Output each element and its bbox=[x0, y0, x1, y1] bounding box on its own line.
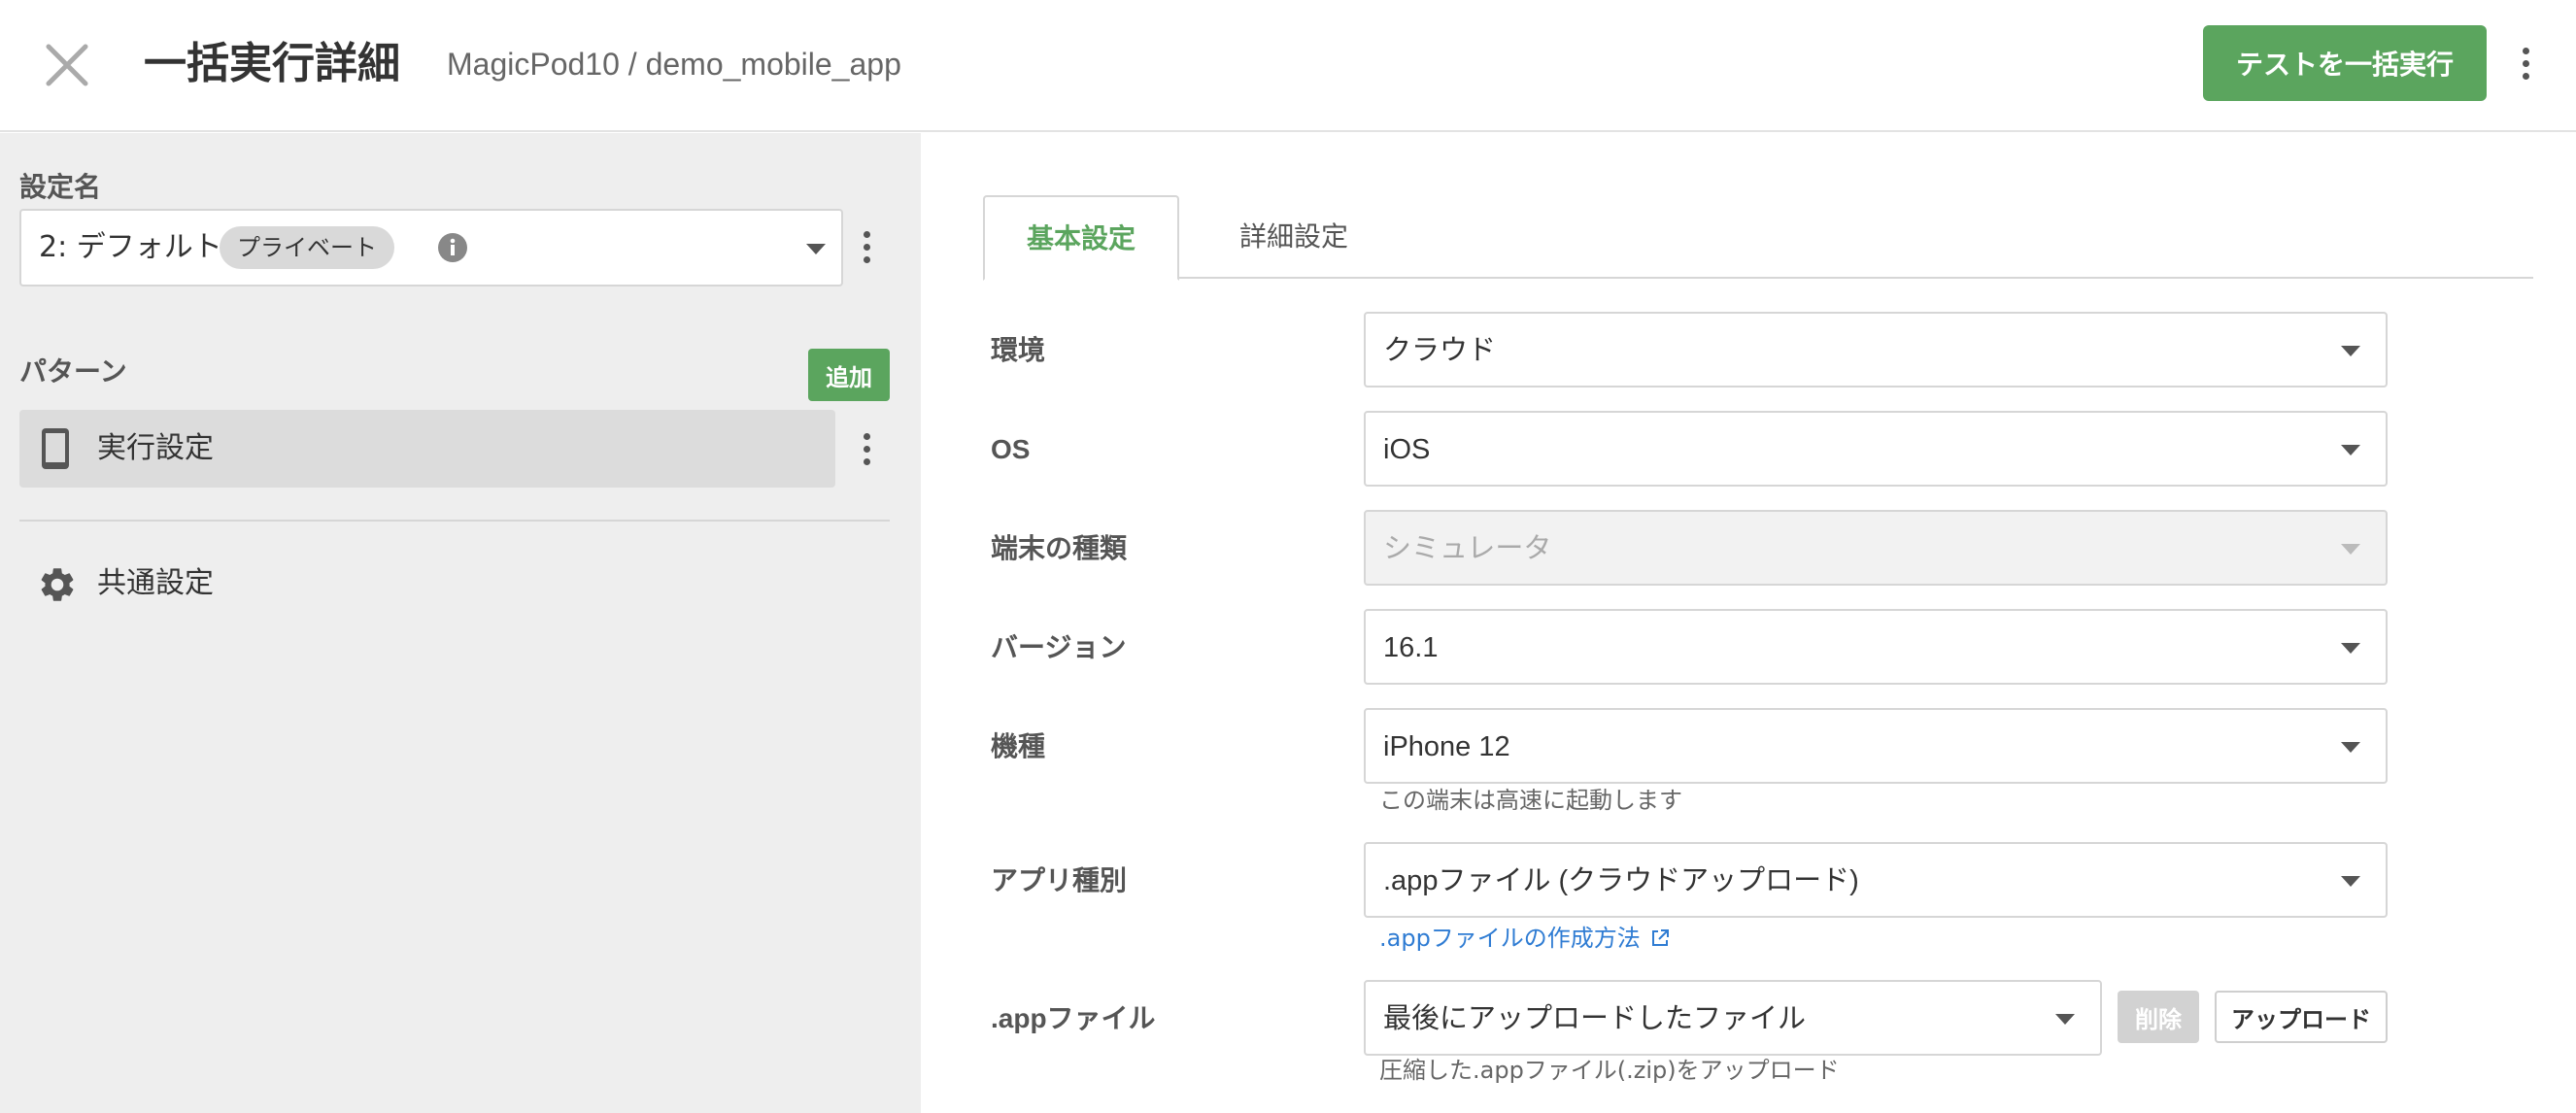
model-hint: この端末は高速に起動します bbox=[1379, 787, 1682, 814]
chevron-down-icon bbox=[2055, 1014, 2075, 1025]
gear-icon bbox=[37, 564, 78, 605]
page-title: 一括実行詳細 bbox=[144, 39, 400, 88]
version-select[interactable]: 16.1 bbox=[1364, 609, 2388, 685]
chevron-down-icon bbox=[2341, 876, 2360, 887]
model-select[interactable]: iPhone 12 bbox=[1364, 708, 2388, 784]
chevron-down-icon bbox=[2341, 544, 2360, 555]
device-type-value: シミュレータ bbox=[1383, 533, 1552, 564]
pattern-label: パターン bbox=[19, 355, 127, 388]
app-file-howto-link[interactable]: .appファイルの作成方法 bbox=[1379, 922, 1670, 955]
model-value: iPhone 12 bbox=[1383, 731, 1510, 762]
chevron-down-icon bbox=[2341, 643, 2360, 654]
version-value: 16.1 bbox=[1383, 632, 1439, 663]
version-label: バージョン bbox=[991, 631, 1127, 663]
chevron-down-icon bbox=[2341, 742, 2360, 753]
config-select[interactable]: 2: デフォルト プライベート bbox=[19, 209, 843, 287]
device-type-select: シミュレータ bbox=[1364, 510, 2388, 586]
info-icon[interactable] bbox=[437, 232, 468, 263]
private-badge: プライベート bbox=[220, 226, 394, 269]
external-link-icon bbox=[1650, 924, 1670, 946]
chevron-down-icon bbox=[806, 244, 826, 254]
upload-button[interactable]: アップロード bbox=[2215, 991, 2388, 1043]
setting-name-label: 設定名 bbox=[19, 171, 102, 203]
app-file-hint: 圧縮した.appファイル(.zip)をアップロード bbox=[1379, 1057, 1840, 1084]
os-label: OS bbox=[991, 434, 1031, 464]
device-type-label: 端末の種類 bbox=[991, 532, 1128, 564]
pattern-more-icon[interactable] bbox=[851, 424, 882, 473]
environment-label: 環境 bbox=[991, 334, 1046, 366]
app-type-select[interactable]: .appファイル (クラウドアップロード) bbox=[1364, 842, 2388, 918]
sidebar-divider bbox=[19, 520, 890, 522]
close-icon[interactable] bbox=[39, 37, 95, 93]
sidebar: 設定名 2: デフォルト プライベート パターン 追加 実行設定 共通設定 bbox=[0, 133, 921, 1113]
os-select[interactable]: iOS bbox=[1364, 411, 2388, 487]
common-settings-item[interactable]: 共通設定 bbox=[19, 553, 505, 611]
common-settings-label: 共通設定 bbox=[97, 566, 214, 600]
page-header: 一括実行詳細 MagicPod10 / demo_mobile_app テストを… bbox=[0, 0, 2576, 132]
config-name: 2: デフォルト bbox=[39, 230, 222, 264]
os-value: iOS bbox=[1383, 434, 1431, 465]
pattern-item[interactable]: 実行設定 bbox=[19, 410, 835, 488]
breadcrumb: MagicPod10 / demo_mobile_app bbox=[447, 47, 901, 82]
app-file-select[interactable]: 最後にアップロードしたファイル bbox=[1364, 980, 2102, 1056]
run-all-tests-button[interactable]: テストを一括実行 bbox=[2203, 25, 2487, 101]
app-type-label: アプリ種別 bbox=[991, 864, 1128, 896]
app-file-value: 最後にアップロードしたファイル bbox=[1383, 1003, 1807, 1034]
app-file-label: .appファイル bbox=[991, 1003, 1156, 1033]
chevron-down-icon bbox=[2341, 445, 2360, 455]
header-more-icon[interactable] bbox=[2510, 39, 2541, 87]
model-label: 機種 bbox=[991, 730, 1046, 762]
app-file-howto-link-text: .appファイルの作成方法 bbox=[1379, 925, 1641, 952]
tab-basic-settings[interactable]: 基本設定 bbox=[983, 195, 1179, 281]
main-panel: 基本設定 詳細設定 環境 クラウド OS iOS 端末の種類 シミュレータ バー… bbox=[921, 133, 2576, 1113]
add-pattern-button[interactable]: 追加 bbox=[808, 349, 890, 401]
tabs: 基本設定 詳細設定 bbox=[983, 195, 2533, 281]
environment-select[interactable]: クラウド bbox=[1364, 312, 2388, 388]
delete-button: 削除 bbox=[2118, 991, 2199, 1043]
chevron-down-icon bbox=[2341, 346, 2360, 356]
app-type-value: .appファイル (クラウドアップロード) bbox=[1383, 865, 1859, 896]
config-more-icon[interactable] bbox=[851, 222, 882, 271]
pattern-item-label: 実行設定 bbox=[97, 431, 214, 465]
environment-value: クラウド bbox=[1383, 335, 1497, 366]
phone-icon bbox=[41, 427, 70, 470]
tab-advanced-settings[interactable]: 詳細設定 bbox=[1206, 195, 1381, 281]
